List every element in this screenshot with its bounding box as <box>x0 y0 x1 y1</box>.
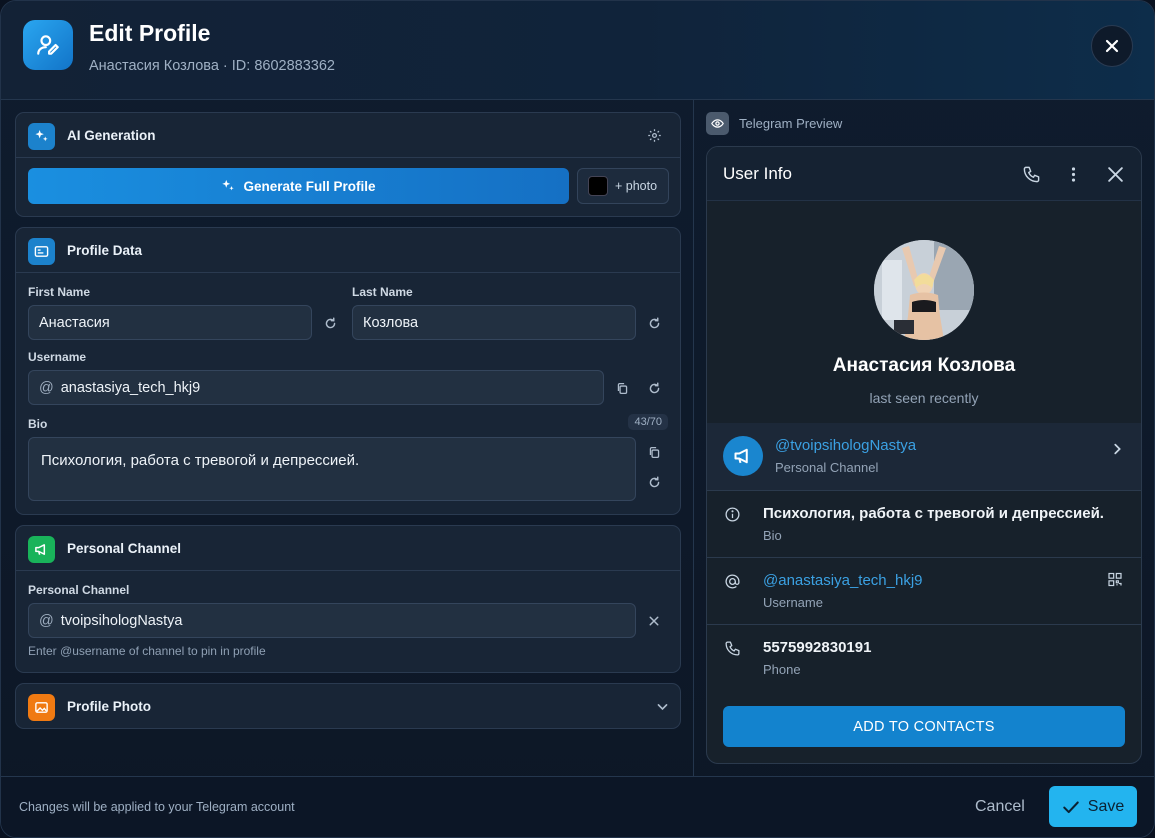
bio-char-counter: 43/70 <box>628 414 668 430</box>
left-panel: AI Generation Generate Full Profile + ph… <box>1 100 694 776</box>
generate-label: Generate Full Profile <box>243 178 376 194</box>
channel-field-label: Personal Channel <box>28 583 130 597</box>
username-text[interactable]: @anastasiya_tech_hkj9 <box>763 572 923 589</box>
profile-data-card: Profile Data First Name Анастасия Last N… <box>15 227 681 515</box>
at-prefix: @ <box>39 379 54 396</box>
edit-user-icon <box>23 20 73 70</box>
page-title: Edit Profile <box>89 20 211 46</box>
preview-channel-row[interactable]: @tvoipsihologNastya Personal Channel <box>707 423 1141 491</box>
regenerate-icon[interactable] <box>646 474 662 490</box>
personal-channel-card: Personal Channel Personal Channel @ tvoi… <box>15 525 681 673</box>
channel-sub: Personal Channel <box>775 460 879 475</box>
card-header: AI Generation <box>16 113 680 158</box>
more-vertical-icon[interactable] <box>1062 163 1084 185</box>
preview-header: User Info <box>707 147 1141 201</box>
chevron-down-icon[interactable] <box>654 698 670 714</box>
save-button[interactable]: Save <box>1049 786 1137 827</box>
first-name-label: First Name <box>28 285 91 299</box>
card-header: Profile Data <box>16 228 680 273</box>
username-value: anastasiya_tech_hkj9 <box>60 379 201 396</box>
qr-code-icon[interactable] <box>1107 571 1123 587</box>
channel-input[interactable]: @ tvoipsihologNastya <box>28 603 636 638</box>
close-icon <box>1105 39 1119 53</box>
generate-full-profile-button[interactable]: Generate Full Profile <box>28 168 569 204</box>
add-to-contacts-button[interactable]: ADD TO CONTACTS <box>723 706 1125 747</box>
footer-note: Changes will be applied to your Telegram… <box>19 800 295 814</box>
sparkle-icon <box>222 179 235 191</box>
edit-profile-modal: Edit Profile Анастасия Козлова · ID: 860… <box>0 0 1155 838</box>
last-name-label: Last Name <box>352 285 413 299</box>
preview-tag: Telegram Preview <box>706 112 842 135</box>
username-label: Username <box>28 350 87 364</box>
regenerate-icon[interactable] <box>646 315 662 331</box>
card-title: Profile Photo <box>67 699 151 714</box>
preview-header-title: User Info <box>723 164 792 183</box>
channel-value: tvoipsihologNastya <box>60 612 183 629</box>
preview-username-row: @anastasiya_tech_hkj9 Username <box>707 558 1141 625</box>
megaphone-icon <box>723 436 763 476</box>
preview-status: last seen recently <box>869 390 979 406</box>
first-name-input[interactable]: Анастасия <box>28 305 312 340</box>
ai-generation-card: AI Generation Generate Full Profile + ph… <box>15 112 681 217</box>
phone-text: 5575992830191 <box>763 639 872 656</box>
add-photo-button[interactable]: + photo <box>577 168 669 204</box>
avatar <box>874 240 974 340</box>
phone-icon[interactable] <box>1020 163 1042 185</box>
panel-divider <box>693 100 694 776</box>
telegram-preview-panel: User Info Анастасия Козлова last seen re… <box>706 146 1142 764</box>
preview-phone-row: 5575992830191 Phone <box>707 625 1141 692</box>
profile-photo-card[interactable]: Profile Photo <box>15 683 681 729</box>
close-icon[interactable] <box>1104 163 1126 185</box>
preview-bio-row: Психология, работа с тревогой и депресси… <box>707 491 1141 558</box>
bio-sub: Bio <box>763 528 782 543</box>
at-prefix: @ <box>39 612 54 629</box>
card-header: Profile Photo <box>16 684 680 729</box>
photo-label: + photo <box>615 179 658 193</box>
preview-name: Анастасия Козлова <box>832 355 1016 376</box>
first-name-value: Анастасия <box>39 314 110 331</box>
channel-hint: Enter @username of channel to pin in pro… <box>28 644 266 658</box>
check-icon <box>1063 800 1079 813</box>
regenerate-icon[interactable] <box>322 315 338 331</box>
username-input[interactable]: @ anastasiya_tech_hkj9 <box>28 370 604 405</box>
cancel-button[interactable]: Cancel <box>975 798 1025 816</box>
image-icon <box>28 694 55 721</box>
save-label: Save <box>1087 797 1125 815</box>
regenerate-icon[interactable] <box>646 380 662 396</box>
bio-textarea[interactable]: Психология, работа с тревогой и депресси… <box>28 437 636 501</box>
card-title: Profile Data <box>67 243 143 258</box>
at-sign-icon <box>723 572 741 590</box>
username-sub: Username <box>763 595 823 610</box>
bio-text: Психология, работа с тревогой и депресси… <box>763 505 1104 522</box>
page-subtitle: Анастасия Козлова · ID: 8602883362 <box>89 58 335 74</box>
clear-icon[interactable] <box>646 613 662 629</box>
id-card-icon <box>28 238 55 265</box>
last-name-input[interactable]: Козлова <box>352 305 636 340</box>
modal-header: Edit Profile Анастасия Козлова · ID: 860… <box>1 1 1154 100</box>
bio-label: Bio <box>28 417 48 431</box>
preview-tag-label: Telegram Preview <box>739 116 843 131</box>
phone-sub: Phone <box>763 662 801 677</box>
card-title: AI Generation <box>67 128 156 143</box>
close-button[interactable] <box>1091 25 1133 67</box>
sparkle-icon <box>28 123 55 150</box>
last-name-value: Козлова <box>363 314 419 331</box>
color-swatch <box>588 176 608 196</box>
channel-handle[interactable]: @tvoipsihologNastya <box>775 437 916 454</box>
megaphone-icon <box>28 536 55 563</box>
bio-value: Психология, работа с тревогой и депресси… <box>41 452 360 469</box>
info-icon <box>723 505 741 523</box>
modal-footer: Changes will be applied to your Telegram… <box>1 776 1154 837</box>
settings-gear-icon[interactable] <box>646 127 662 143</box>
copy-icon[interactable] <box>614 380 630 396</box>
eye-icon <box>706 112 729 135</box>
phone-icon <box>723 639 741 657</box>
copy-icon[interactable] <box>646 444 662 460</box>
card-title: Personal Channel <box>67 541 182 556</box>
chevron-right-icon <box>1109 441 1125 457</box>
card-header: Personal Channel <box>16 526 680 571</box>
